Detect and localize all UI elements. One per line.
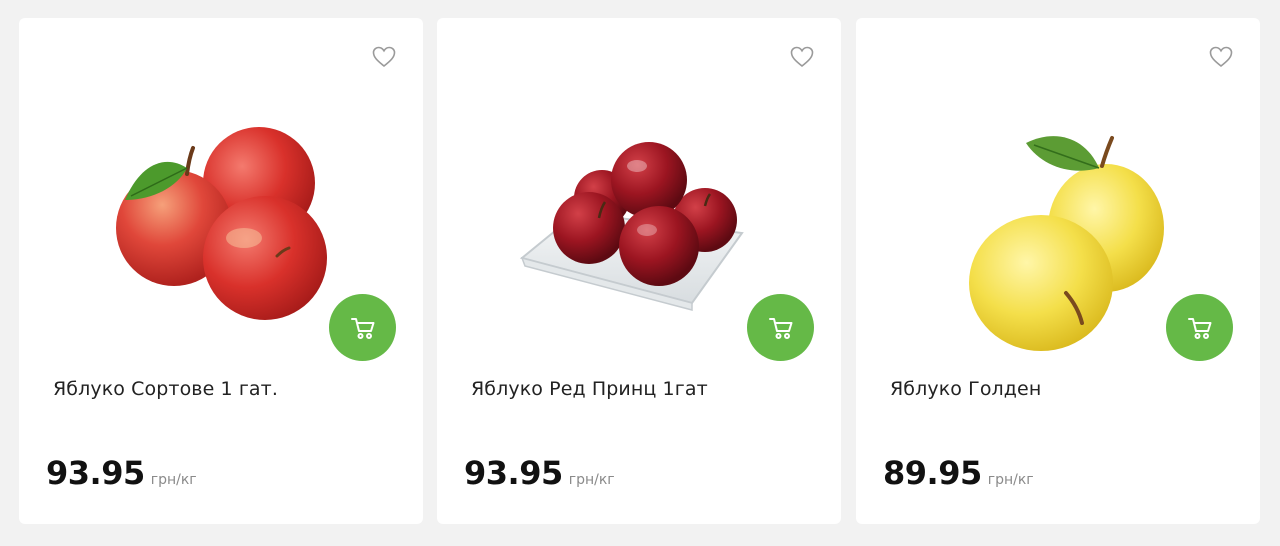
product-image-red-apples[interactable]	[69, 88, 369, 358]
price-unit: грн/кг	[987, 472, 1034, 488]
product-price: 93.95	[46, 454, 145, 492]
product-name[interactable]: Яблуко Ред Принц 1гат	[471, 378, 708, 400]
product-image-dark-red-apples[interactable]	[487, 88, 787, 358]
favorite-button[interactable]	[372, 46, 396, 68]
cart-icon	[1187, 317, 1211, 339]
add-to-cart-button[interactable]	[747, 294, 814, 361]
price-row: 89.95 грн/кг	[883, 454, 1034, 492]
product-name[interactable]: Яблуко Сортове 1 гат.	[53, 378, 278, 400]
product-image-yellow-apples[interactable]	[906, 88, 1206, 358]
price-unit: грн/кг	[150, 472, 197, 488]
product-price: 93.95	[464, 454, 563, 492]
favorite-button[interactable]	[790, 46, 814, 68]
price-unit: грн/кг	[568, 472, 615, 488]
product-price: 89.95	[883, 454, 982, 492]
product-card[interactable]: Яблуко Ред Принц 1гат 93.95 грн/кг	[437, 18, 841, 524]
heart-outline-icon	[1209, 46, 1233, 68]
favorite-button[interactable]	[1209, 46, 1233, 68]
price-row: 93.95 грн/кг	[46, 454, 197, 492]
cart-icon	[350, 317, 374, 339]
cart-icon	[768, 317, 792, 339]
add-to-cart-button[interactable]	[1166, 294, 1233, 361]
heart-outline-icon	[790, 46, 814, 68]
product-name[interactable]: Яблуко Голден	[890, 378, 1041, 400]
product-card[interactable]: Яблуко Сортове 1 гат. 93.95 грн/кг	[19, 18, 423, 524]
product-grid: Яблуко Сортове 1 гат. 93.95 грн/кг Яблук…	[0, 0, 1280, 546]
price-row: 93.95 грн/кг	[464, 454, 615, 492]
heart-outline-icon	[372, 46, 396, 68]
add-to-cart-button[interactable]	[329, 294, 396, 361]
product-card[interactable]: Яблуко Голден 89.95 грн/кг	[856, 18, 1260, 524]
